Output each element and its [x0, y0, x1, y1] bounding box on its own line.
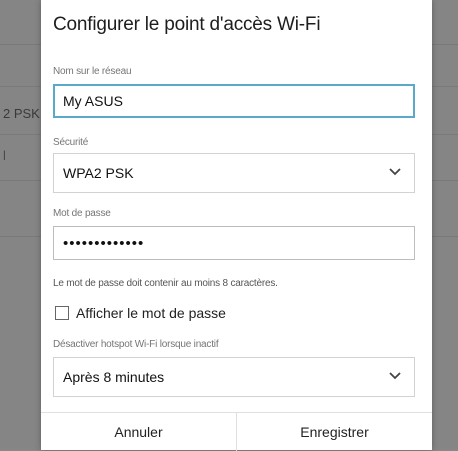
inactivity-timeout-select[interactable]: Après 8 minutes [53, 357, 415, 397]
network-name-input[interactable]: My ASUS [53, 84, 415, 118]
security-label: Sécurité [53, 137, 89, 148]
chevron-down-icon [389, 168, 401, 176]
password-input[interactable]: ••••••••••••• [53, 226, 415, 260]
cancel-button[interactable]: Annuler [41, 413, 236, 451]
inactivity-selected-value: Après 8 minutes [63, 369, 165, 385]
background-security-text: 2 PSK [3, 106, 40, 121]
dialog-title: Configurer le point d'accès Wi-Fi [53, 14, 321, 35]
show-password-label: Afficher le mot de passe [76, 305, 226, 321]
chevron-down-icon [389, 372, 401, 380]
wifi-hotspot-dialog: Configurer le point d'accès Wi-Fi Nom su… [41, 0, 432, 451]
inactivity-label: Désactiver hotspot Wi-Fi lorsque inactif [53, 339, 219, 350]
security-selected-value: WPA2 PSK [63, 165, 134, 181]
network-name-value: My ASUS [63, 93, 123, 109]
show-password-checkbox-row[interactable]: Afficher le mot de passe [55, 305, 226, 321]
password-hint: Le mot de passe doit contenir au moins 8… [53, 278, 278, 289]
network-name-label: Nom sur le réseau [53, 66, 132, 77]
save-button[interactable]: Enregistrer [237, 413, 432, 451]
security-select[interactable]: WPA2 PSK [53, 153, 415, 193]
dialog-footer: Annuler Enregistrer [41, 412, 432, 451]
password-label: Mot de passe [53, 208, 111, 219]
show-password-checkbox[interactable] [55, 306, 69, 320]
background-text-fragment: l [3, 148, 6, 163]
password-masked-value: ••••••••••••• [63, 234, 145, 252]
